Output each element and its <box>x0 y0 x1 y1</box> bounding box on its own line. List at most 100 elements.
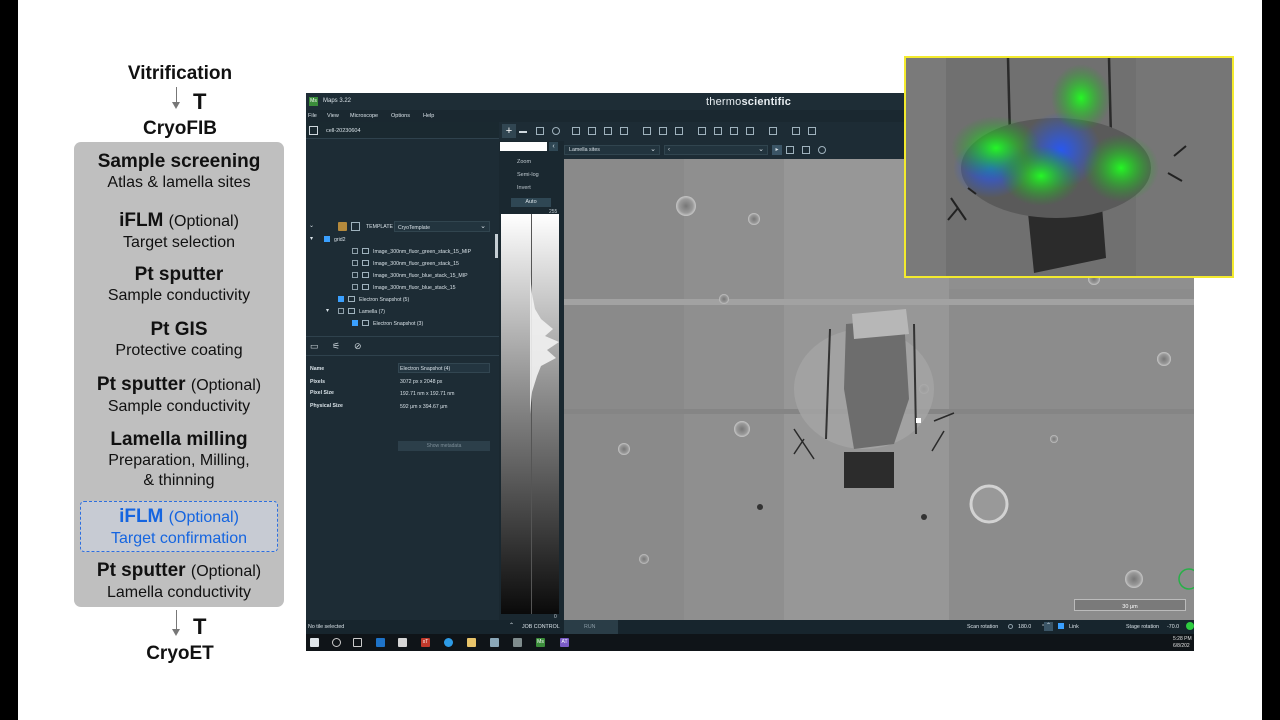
menu-view[interactable]: View <box>327 113 339 119</box>
step-desc-line2: & thinning <box>143 472 215 489</box>
window-icon[interactable] <box>792 127 800 135</box>
crosshair-icon[interactable] <box>786 146 794 154</box>
job-control-tab[interactable]: JOB CONTROL <box>522 624 560 630</box>
zoom-option[interactable]: Zoom <box>517 159 531 165</box>
menu-file[interactable]: File <box>308 113 317 119</box>
monitor-icon[interactable]: ▭ <box>310 341 319 352</box>
tree-item[interactable]: Image_300nm_fluor_green_stack_15 <box>306 257 496 269</box>
ruler-icon[interactable] <box>536 127 544 135</box>
link-checkbox[interactable] <box>1058 623 1064 629</box>
fit-icon[interactable] <box>698 127 706 135</box>
app-icon[interactable] <box>398 638 407 647</box>
tile-select[interactable]: ‹ ⌄ <box>664 145 768 155</box>
tool-icon[interactable] <box>513 638 522 647</box>
image-icon <box>362 320 369 326</box>
tree-item[interactable]: Image_300nm_fluor_blue_stack_15_MIP <box>306 269 496 281</box>
tree-item-label: grid2 <box>334 236 346 243</box>
at-app-icon[interactable]: AT <box>560 638 569 647</box>
show-metadata-button[interactable]: Show metadata <box>398 441 490 451</box>
xt-app-icon[interactable]: xT <box>421 638 430 647</box>
name-value: Electron Snapshot (4) <box>400 366 451 372</box>
play-icon[interactable]: ▸ <box>772 145 782 155</box>
step-desc: Target confirmation <box>110 530 248 547</box>
scan-rotation-value[interactable]: 180.0 <box>1018 624 1031 630</box>
fluorescence-inset <box>904 56 1234 278</box>
scan-rotation-radio[interactable] <box>1008 624 1013 629</box>
tree-checkbox[interactable] <box>352 272 358 278</box>
minus-icon[interactable] <box>519 127 527 133</box>
browser-icon[interactable] <box>376 638 385 647</box>
chat-icon[interactable] <box>444 638 453 647</box>
menu-options[interactable]: Options <box>391 113 410 119</box>
chevron-down-icon[interactable]: ▾ <box>326 307 329 314</box>
search-icon[interactable] <box>332 638 341 647</box>
target-icon[interactable] <box>588 127 596 135</box>
menu-help[interactable]: Help <box>423 113 434 119</box>
step-title: Pt sputter <box>134 264 224 285</box>
panel-toggle-icon[interactable] <box>309 126 318 135</box>
task-view-icon[interactable] <box>353 638 362 647</box>
grid-large-icon[interactable] <box>620 127 628 135</box>
tree-item[interactable]: ▾ Lamella (7) <box>306 305 496 317</box>
template-select[interactable]: CryoTemplate ⌄ <box>394 221 490 232</box>
menu-microscope[interactable]: Microscope <box>350 113 378 119</box>
target-icon[interactable] <box>818 146 826 154</box>
pixels-label: Pixels <box>310 379 325 385</box>
maps-taskbar-icon[interactable]: Ms <box>536 638 545 647</box>
tree-checkbox[interactable] <box>338 308 344 314</box>
histogram-gradient[interactable] <box>501 214 559 614</box>
chevron-down-icon[interactable]: ⌄ <box>309 222 314 229</box>
layer-select-value: Lamella sites <box>569 147 600 153</box>
tree-checkbox[interactable] <box>352 320 358 326</box>
image-app-icon[interactable] <box>490 638 499 647</box>
tile-grid-icon[interactable] <box>572 127 580 135</box>
tree-checkbox[interactable] <box>352 260 358 266</box>
expand-icon[interactable] <box>714 127 722 135</box>
fluorescence-overlay-image <box>906 58 1232 276</box>
semilog-option[interactable]: Semi-log <box>517 172 539 178</box>
run-button[interactable]: RUN <box>564 620 618 634</box>
tree-item[interactable]: Image_300nm_fluor_blue_stack_15 <box>306 281 496 293</box>
name-label: Name <box>310 366 325 372</box>
windows-start-icon[interactable] <box>310 638 319 647</box>
fullscreen-icon[interactable] <box>746 127 754 135</box>
stack-icon[interactable] <box>675 127 683 135</box>
compass-icon[interactable]: ⊘ <box>354 341 362 352</box>
chevron-down-icon: ⌄ <box>480 223 486 230</box>
pixel-size-value: 192.71 nm x 192.71 nm <box>400 391 455 397</box>
add-icon[interactable]: + <box>502 124 516 138</box>
search-icon[interactable] <box>552 127 560 135</box>
sliders-icon[interactable]: ⚟ <box>332 341 340 352</box>
stage-rotation-value[interactable]: -70.0 <box>1167 624 1179 630</box>
chevron-left-icon[interactable]: ‹ <box>549 142 558 151</box>
expand-icon[interactable] <box>802 146 810 154</box>
layout-icon[interactable] <box>808 127 816 135</box>
tree-item[interactable]: Electron Snapshot (3) <box>306 317 496 329</box>
collapse-icon[interactable] <box>730 127 738 135</box>
auto-button[interactable]: Auto <box>511 198 551 207</box>
image-icon[interactable] <box>659 127 667 135</box>
stage-rotation-label: Stage rotation <box>1126 624 1159 630</box>
tree-item[interactable]: Electron Snapshot (5) <box>306 293 496 305</box>
chevron-down-icon[interactable]: ▾ <box>310 235 313 242</box>
chevron-up-icon[interactable]: ⌃ <box>1044 622 1053 631</box>
copy-icon[interactable] <box>769 127 777 135</box>
grid-icon[interactable] <box>351 222 360 231</box>
histogram-curve <box>530 274 559 414</box>
chevron-up-icon[interactable]: ⌃ <box>509 622 514 629</box>
tree-item[interactable]: Image_300nm_fluor_green_stack_15_MIP <box>306 245 496 257</box>
tree-checkbox[interactable] <box>324 236 330 242</box>
folder-icon[interactable] <box>467 638 476 647</box>
tree-item-label: Lamella (7) <box>359 308 385 315</box>
tree-checkbox[interactable] <box>352 248 358 254</box>
histogram-input[interactable] <box>500 142 547 151</box>
layers-icon[interactable] <box>338 222 347 231</box>
sparkle-icon[interactable] <box>604 127 612 135</box>
invert-option[interactable]: Invert <box>517 185 531 191</box>
tree-item[interactable]: ▾ grid2 <box>306 233 496 245</box>
play-icon[interactable] <box>643 127 651 135</box>
tree-checkbox[interactable] <box>352 284 358 290</box>
tree-scrollbar[interactable] <box>495 234 498 258</box>
tree-checkbox[interactable] <box>338 296 344 302</box>
layer-select[interactable]: Lamella sites ⌄ <box>564 145 660 155</box>
